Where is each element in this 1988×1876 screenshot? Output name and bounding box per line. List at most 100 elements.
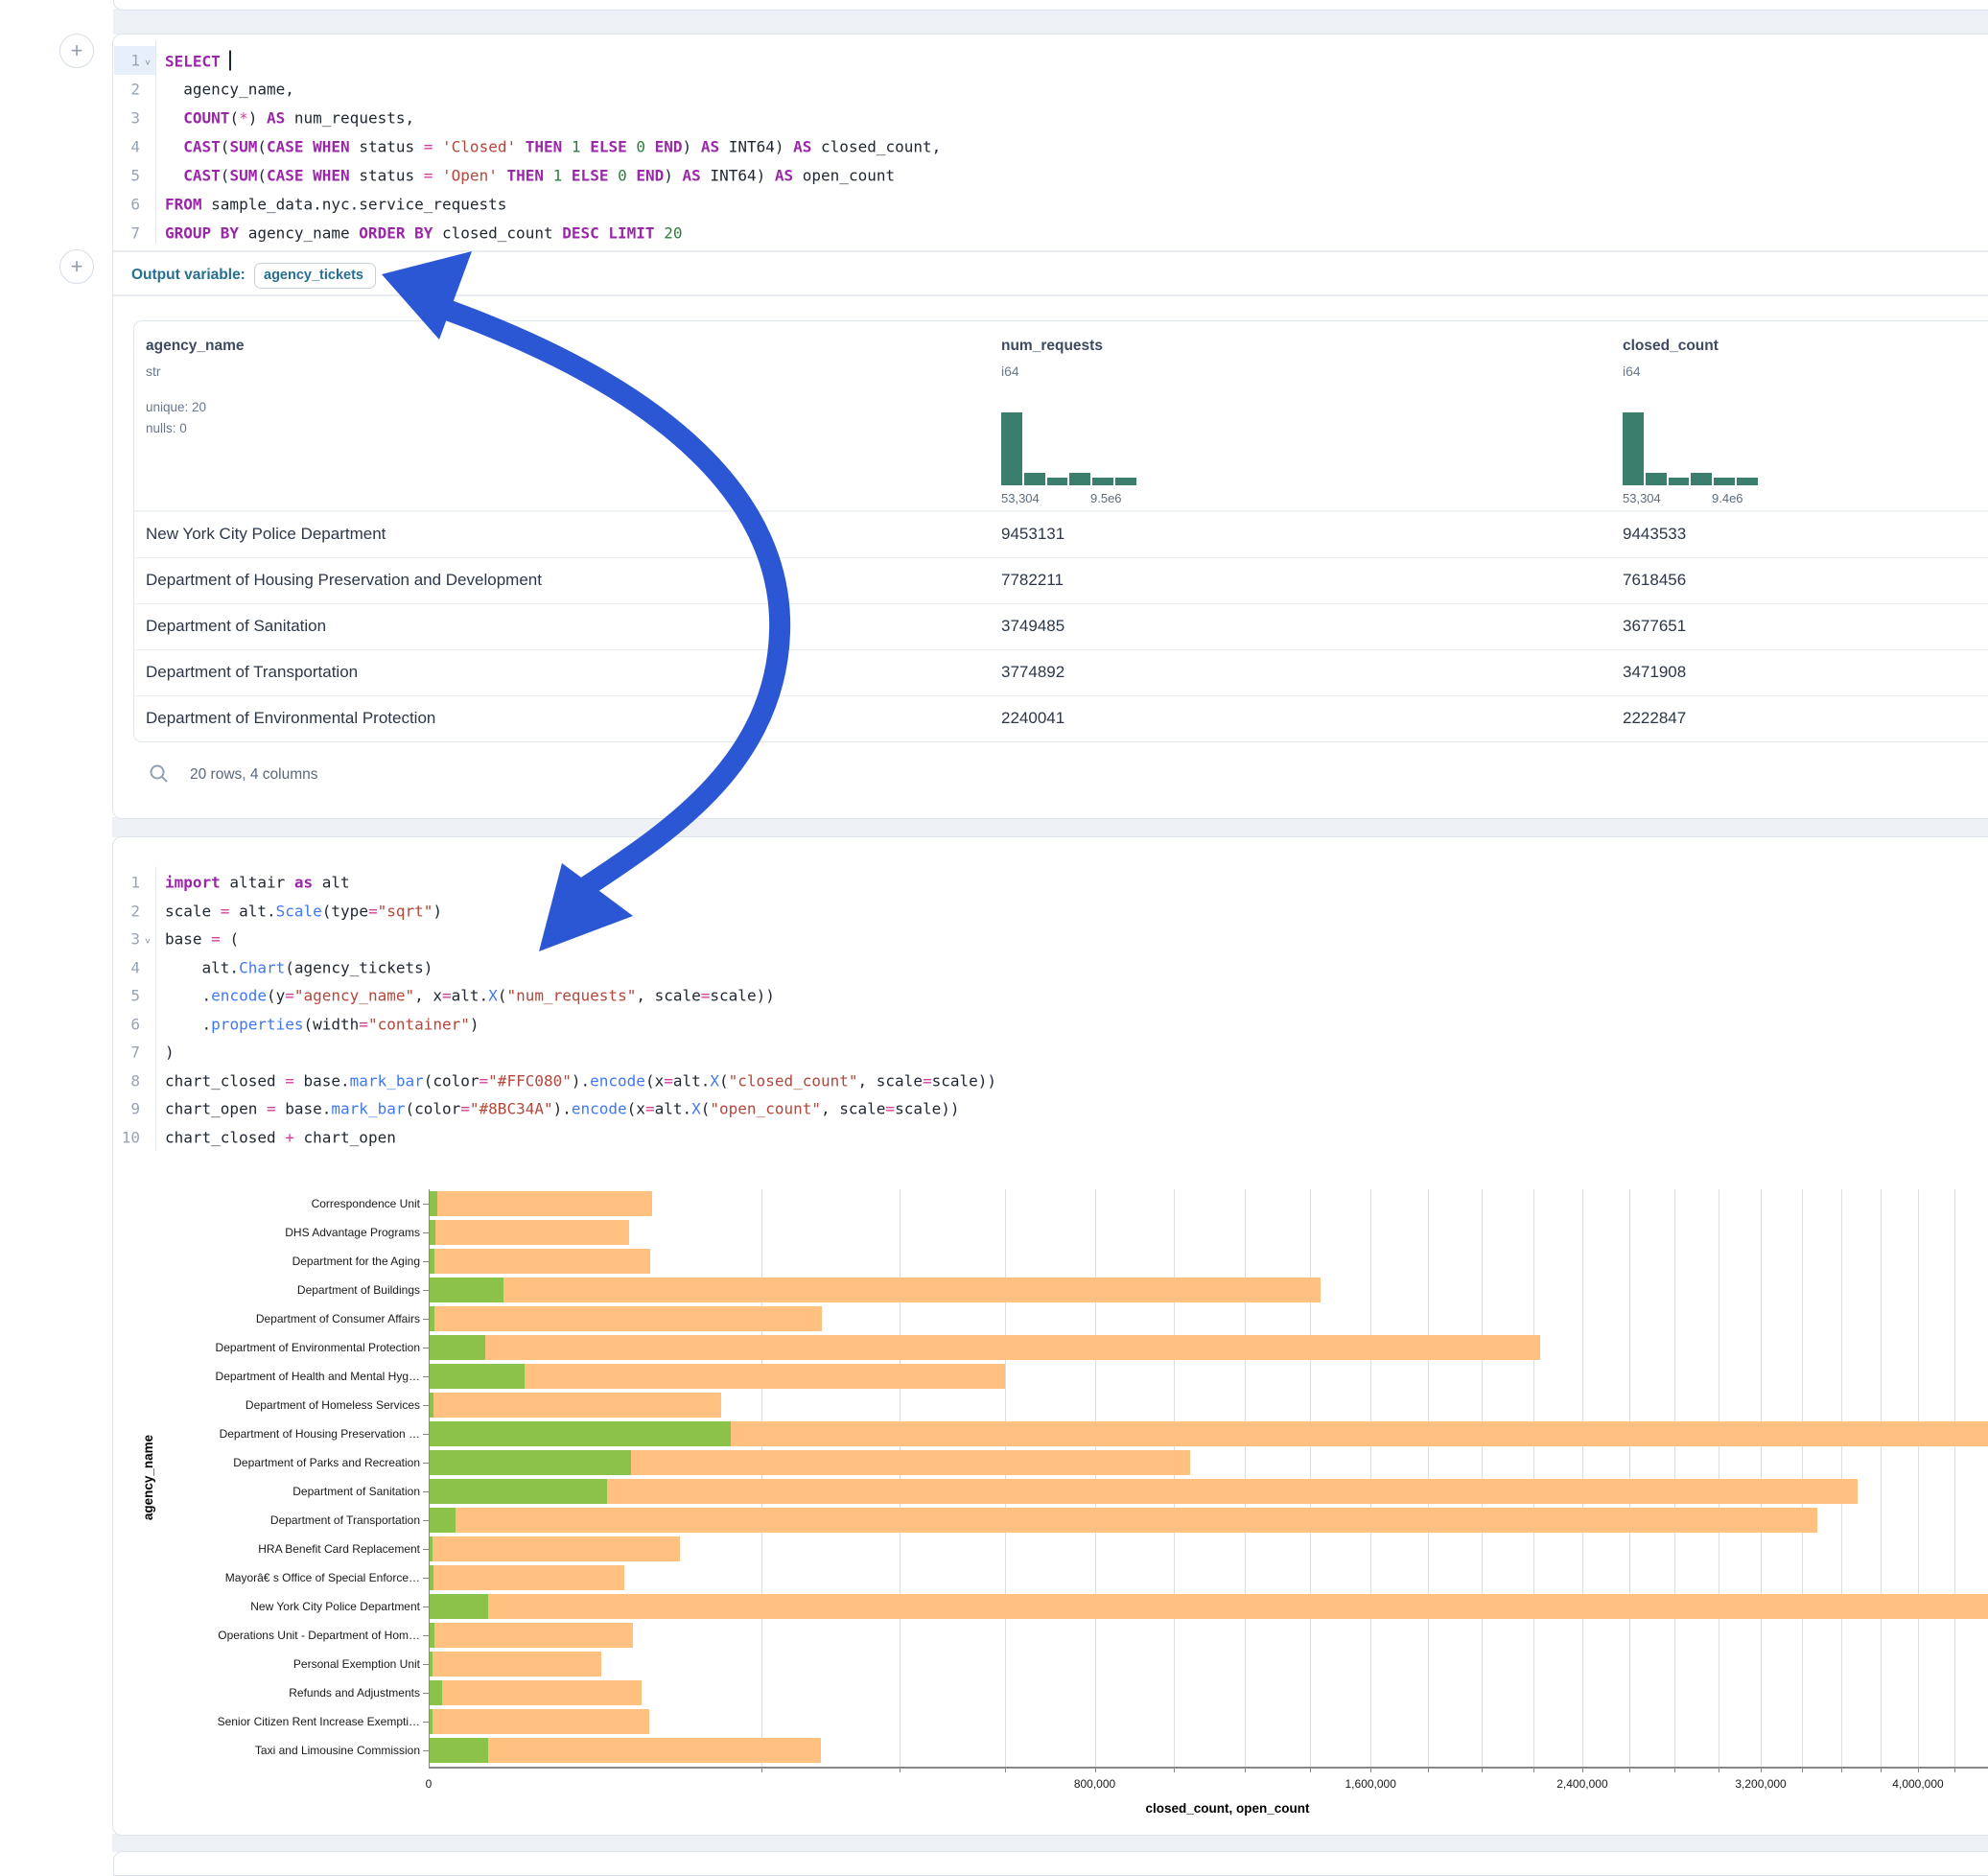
- x-axis-tick-label: 3,200,000: [1735, 1777, 1786, 1791]
- line-number-text: 2: [98, 81, 140, 99]
- code-token: (: [257, 167, 267, 185]
- table-row[interactable]: Department of Sanitation37494853677651: [133, 603, 1988, 650]
- code-token: alt.: [165, 959, 239, 977]
- line-number: 4: [96, 138, 155, 156]
- chart-gridline: [761, 1189, 762, 1767]
- open-count-bar: [430, 1278, 503, 1302]
- code-line[interactable]: COUNT(*) AS num_requests,: [165, 109, 414, 128]
- line-number: 3: [96, 109, 155, 128]
- code-line[interactable]: ): [165, 1044, 175, 1062]
- add-cell-button-bottom[interactable]: +: [59, 249, 94, 284]
- histogram-bin: [1691, 473, 1712, 485]
- column-name[interactable]: agency_name: [146, 338, 245, 355]
- code-token: COUNT: [183, 109, 229, 128]
- output-variable-chip[interactable]: agency_tickets: [254, 263, 376, 289]
- code-line[interactable]: chart_closed + chart_open: [165, 1129, 396, 1147]
- code-line[interactable]: CAST(SUM(CASE WHEN status = 'Closed' THE…: [165, 138, 941, 156]
- closed-count-bar: [430, 1508, 1817, 1533]
- text-cursor: [229, 51, 231, 71]
- line-number-text: 1: [98, 52, 140, 70]
- column-stats: unique: 20nulls: 0: [146, 397, 206, 439]
- code-token: [544, 167, 553, 185]
- code-line[interactable]: scale = alt.Scale(type="sqrt"): [165, 903, 442, 921]
- previous-cell-edge[interactable]: [113, 0, 1988, 11]
- closed-count-bar: [430, 1594, 1988, 1619]
- code-line[interactable]: CAST(SUM(CASE WHEN status = 'Open' THEN …: [165, 167, 895, 185]
- code-token: .: [165, 1016, 211, 1034]
- code-line[interactable]: base = (: [165, 930, 239, 949]
- next-cell-edge[interactable]: [113, 1851, 1988, 1876]
- code-token: (: [719, 1072, 729, 1090]
- table-row[interactable]: New York City Police Department945313194…: [133, 511, 1988, 558]
- code-token: [165, 167, 183, 185]
- fold-chevron-icon[interactable]: ˅: [140, 59, 155, 70]
- y-axis-label: HRA Benefit Card Replacement: [96, 1542, 420, 1556]
- code-token: GROUP BY: [165, 224, 239, 243]
- line-number-text: 6: [98, 196, 140, 214]
- code-token: AS: [701, 138, 719, 156]
- code-token: , scale: [821, 1100, 885, 1118]
- code-token: ORDER BY: [359, 224, 433, 243]
- code-token: ): [664, 167, 682, 185]
- column-name[interactable]: closed_count: [1623, 338, 1719, 355]
- line-number: 2: [96, 903, 155, 921]
- code-line[interactable]: .encode(y="agency_name", x=alt.X("num_re…: [165, 987, 775, 1005]
- code-line[interactable]: agency_name,: [165, 81, 294, 99]
- column-name[interactable]: num_requests: [1001, 338, 1103, 355]
- code-line[interactable]: import altair as alt: [165, 874, 350, 892]
- add-cell-button-top[interactable]: +: [59, 34, 94, 68]
- code-token: [562, 138, 572, 156]
- code-token: base: [165, 930, 211, 949]
- chart-gridline: [1533, 1189, 1534, 1767]
- code-token: X: [691, 1100, 701, 1118]
- code-token: ): [248, 109, 267, 128]
- fold-chevron-icon[interactable]: ˅: [140, 937, 155, 949]
- code-token: chart_open: [294, 1129, 396, 1147]
- code-line[interactable]: GROUP BY agency_name ORDER BY closed_cou…: [165, 224, 682, 243]
- code-line[interactable]: chart_open = base.mark_bar(color="#8BC34…: [165, 1100, 960, 1118]
- code-token: sample_data.nyc.service_requests: [202, 196, 507, 214]
- open-count-bar: [430, 1508, 456, 1533]
- code-token: AS: [683, 167, 701, 185]
- y-axis-label: Operations Unit - Department of Hom…: [96, 1629, 420, 1642]
- table-row[interactable]: Department of Housing Preservation and D…: [133, 557, 1988, 604]
- code-line[interactable]: SELECT: [165, 51, 231, 71]
- table-row[interactable]: Department of Transportation377489234719…: [133, 649, 1988, 696]
- table-cell: New York City Police Department: [146, 525, 386, 544]
- histogram-bin: [1092, 478, 1113, 485]
- code-token: (: [229, 109, 239, 128]
- chart-gridline: [1095, 1189, 1096, 1767]
- code-token: (y: [267, 987, 285, 1005]
- y-axis-title: agency_name: [141, 1435, 155, 1520]
- code-token: altair: [221, 874, 294, 892]
- code-line[interactable]: .properties(width="container"): [165, 1016, 479, 1034]
- code-token: properties: [211, 1016, 303, 1034]
- code-line[interactable]: chart_closed = base.mark_bar(color="#FFC…: [165, 1072, 996, 1090]
- column-type: i64: [1001, 363, 1019, 379]
- code-line[interactable]: alt.Chart(agency_tickets): [165, 959, 433, 977]
- code-token: INT64): [701, 167, 775, 185]
- closed-count-bar: [430, 1278, 1321, 1302]
- code-token: =: [285, 1072, 294, 1090]
- code-token: ).: [553, 1100, 572, 1118]
- y-axis-label: Department of Consumer Affairs: [96, 1312, 420, 1325]
- line-number: 7: [96, 224, 155, 243]
- line-number-text: 7: [98, 1044, 140, 1062]
- line-number-text: 2: [98, 903, 140, 921]
- code-token: alt.: [655, 1100, 692, 1118]
- line-number-text: 9: [98, 1100, 140, 1118]
- open-count-bar: [430, 1738, 488, 1763]
- code-token: SUM: [229, 167, 257, 185]
- code-line[interactable]: FROM sample_data.nyc.service_requests: [165, 196, 506, 214]
- table-row[interactable]: Department of Environmental Protection22…: [133, 695, 1988, 741]
- code-token: ).: [572, 1072, 590, 1090]
- table-cell: 2222847: [1623, 709, 1686, 728]
- code-token: =: [424, 167, 433, 185]
- closed-count-bar: [430, 1249, 650, 1274]
- line-number: 5: [96, 987, 155, 1005]
- code-token: , scale: [636, 987, 700, 1005]
- chart-gridline: [1482, 1189, 1483, 1767]
- y-axis-label: Department of Homeless Services: [96, 1398, 420, 1412]
- y-axis-label: New York City Police Department: [96, 1600, 420, 1613]
- search-icon[interactable]: [149, 763, 170, 785]
